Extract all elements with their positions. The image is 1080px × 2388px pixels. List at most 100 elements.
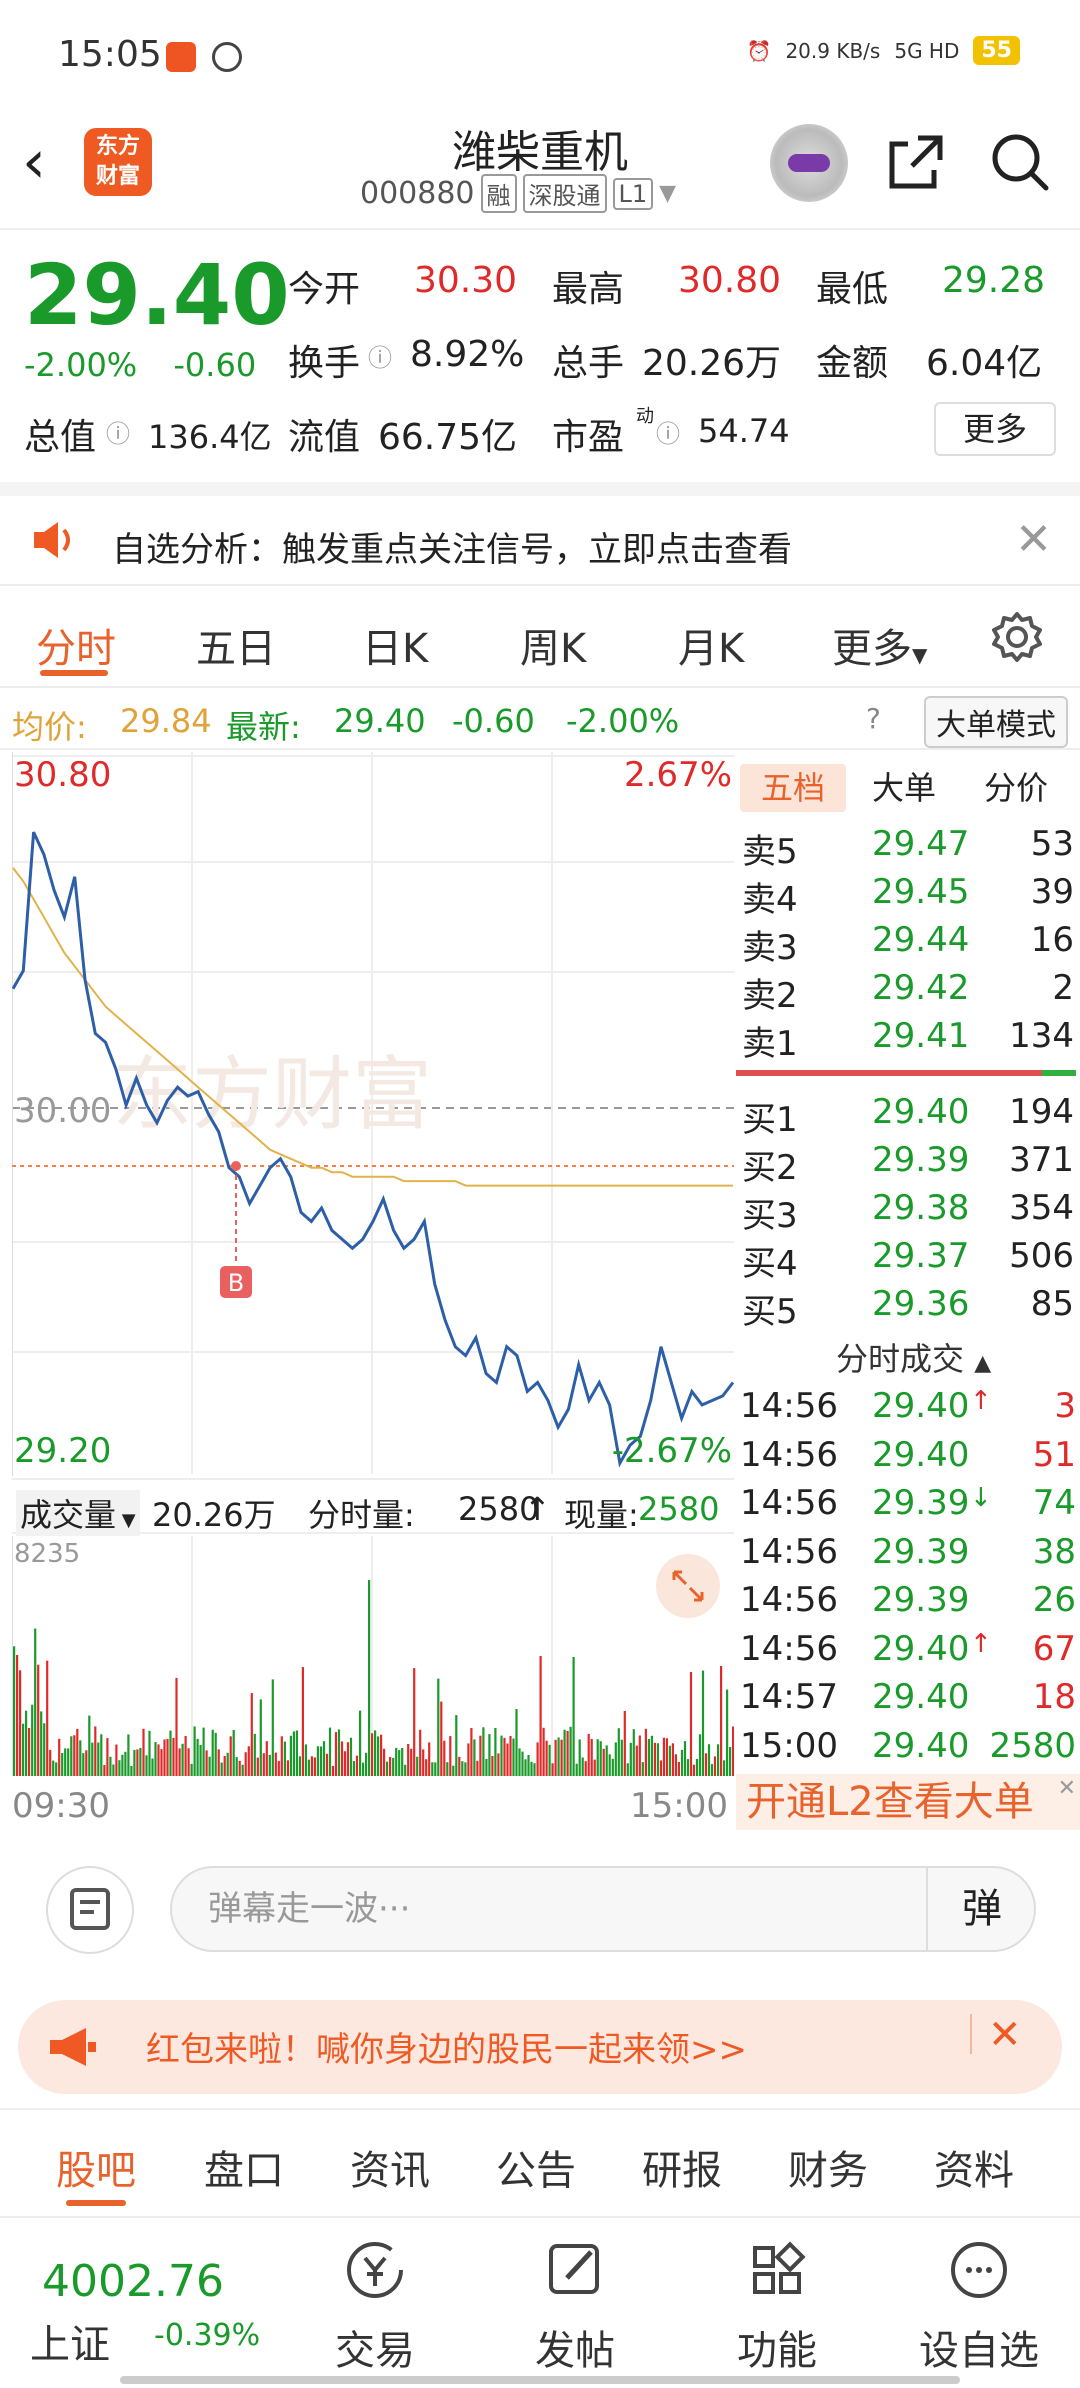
volume-bar: [732, 1726, 734, 1776]
index-value[interactable]: 4002.76: [42, 2256, 224, 2307]
volume-bar: [175, 1677, 178, 1776]
tick-time: 14:56: [740, 1628, 838, 1669]
ask-row[interactable]: 卖5 29.47 53: [736, 824, 1080, 872]
volume-bar: [674, 1754, 677, 1776]
volume-bar: [241, 1764, 244, 1776]
volume-bar: [202, 1727, 205, 1776]
volume-indicator-select[interactable]: 成交量 ▼: [16, 1490, 140, 1536]
volume-bar: [389, 1757, 392, 1776]
assistant-avatar-icon[interactable]: [770, 124, 848, 202]
info-icon[interactable]: ⓘ: [656, 414, 680, 449]
alarm-icon: ⏰: [746, 38, 772, 63]
danmu-input[interactable]: 弹幕走一波···: [170, 1866, 1036, 1952]
volume-bar: [578, 1739, 581, 1776]
quote-panel: 29.40 -2.00% -0.60 今开 30.30 最高 30.80 最低 …: [0, 232, 1080, 482]
tab-monthly-k[interactable]: 月K: [678, 616, 744, 674]
ask-row[interactable]: 卖1 29.41 134: [736, 1016, 1080, 1064]
volume-bar: [100, 1734, 103, 1776]
share-icon[interactable]: [884, 132, 946, 194]
red-packet-banner[interactable]: 红包来啦！喊你身边的股民一起来领>> ✕: [18, 2000, 1062, 2094]
chevron-down-icon[interactable]: ▼: [659, 181, 676, 206]
alert-banner[interactable]: 自选分析：触发重点关注信号，立即点击查看 ✕: [0, 482, 1080, 586]
ask-row[interactable]: 卖2 29.42 2: [736, 968, 1080, 1016]
tab-daily-k[interactable]: 日K: [362, 616, 428, 674]
more-button[interactable]: 更多: [934, 402, 1056, 456]
tab-5day[interactable]: 五日: [196, 616, 276, 674]
search-icon[interactable]: [988, 130, 1052, 194]
nav-trade[interactable]: 交易: [310, 2232, 440, 2382]
volume-bar: [151, 1758, 154, 1776]
tab-five-levels[interactable]: 五档: [740, 764, 846, 812]
volume-bar: [545, 1740, 548, 1776]
tab-announcements[interactable]: 公告: [496, 2138, 576, 2196]
open-value: 30.30: [414, 260, 518, 301]
bid-volume: 354: [1009, 1188, 1074, 1228]
volume-bar: [662, 1737, 665, 1776]
tab-intraday[interactable]: 分时: [36, 616, 116, 674]
close-icon[interactable]: ✕: [988, 2012, 1022, 2058]
volume-bar: [76, 1728, 79, 1776]
tab-news[interactable]: 资讯: [350, 2138, 430, 2196]
info-icon[interactable]: ⓘ: [368, 338, 392, 373]
bid-row[interactable]: 买1 29.40 194: [736, 1092, 1080, 1140]
volume-bar: [103, 1765, 106, 1776]
tab-pankou[interactable]: 盘口: [204, 2138, 284, 2196]
tab-research[interactable]: 研报: [642, 2138, 722, 2196]
volume-total: 20.26万: [152, 1496, 276, 1534]
volume-bar: [154, 1742, 157, 1776]
nav-add-watchlist[interactable]: 设自选: [914, 2232, 1044, 2382]
big-order-mode-button[interactable]: 大单模式: [924, 696, 1068, 748]
bid-row[interactable]: 买5 29.36 85: [736, 1284, 1080, 1332]
volume-bar: [512, 1738, 515, 1776]
tab-more[interactable]: 更多▼: [832, 616, 927, 674]
nav-functions[interactable]: 功能: [712, 2232, 842, 2382]
expand-icon[interactable]: [656, 1554, 720, 1618]
bid-row[interactable]: 买4 29.37 506: [736, 1236, 1080, 1284]
tab-weekly-k[interactable]: 周K: [520, 616, 586, 674]
info-icon[interactable]: ⓘ: [106, 414, 130, 449]
tab-big-orders[interactable]: 大单: [872, 764, 936, 812]
tag-margin: 融: [480, 174, 517, 213]
volume-bar: [307, 1759, 310, 1776]
volume-bar: [253, 1733, 256, 1776]
red-packet-text: 红包来啦！喊你身边的股民一起来领>>: [146, 2030, 747, 2070]
megaphone-icon: [50, 2028, 96, 2066]
volume-bar: [193, 1726, 196, 1776]
intraday-chart[interactable]: 东方财富 B 30.80 30.00 29.20 2.67% -2.67%: [12, 752, 734, 1476]
float-label: 流值: [288, 417, 361, 458]
status-bar: 15:05 ⏰ 20.9 KB/s 5G HD 55: [0, 0, 1080, 110]
mktcap-value: 136.4亿: [148, 418, 272, 456]
tab-finance[interactable]: 财务: [788, 2138, 868, 2196]
comment-list-icon[interactable]: [46, 1866, 134, 1954]
l2-promo[interactable]: 开通L2查看大单: [736, 1774, 1080, 1830]
ticks-header[interactable]: 分时成交 ▲: [836, 1334, 991, 1380]
volume-bar: [322, 1741, 326, 1776]
volume-bar: [713, 1756, 717, 1776]
bid-row[interactable]: 买3 29.38 354: [736, 1188, 1080, 1236]
volume-bar: [256, 1757, 259, 1776]
ask-row[interactable]: 卖3 29.44 16: [736, 920, 1080, 968]
tab-profile[interactable]: 资料: [934, 2138, 1014, 2196]
settings-gear-icon[interactable]: [990, 610, 1044, 664]
volume-bar: [729, 1747, 732, 1776]
volume-bar: [470, 1728, 473, 1776]
nav-post[interactable]: 发帖: [510, 2232, 640, 2382]
stock-title: 潍柴重机: [452, 127, 628, 178]
ask-row[interactable]: 卖4 29.45 39: [736, 872, 1080, 920]
tab-price-dist[interactable]: 分价: [984, 764, 1048, 812]
tab-guba[interactable]: 股吧: [56, 2138, 136, 2196]
close-icon[interactable]: ✕: [1058, 1776, 1076, 1801]
back-icon[interactable]: ‹: [22, 132, 46, 192]
index-name[interactable]: 上证: [30, 2312, 110, 2370]
volume-bar: [653, 1742, 656, 1776]
close-icon[interactable]: ✕: [1015, 514, 1052, 565]
volume-chart[interactable]: 8235: [12, 1536, 734, 1776]
bid-row[interactable]: 买2 29.39 371: [736, 1140, 1080, 1188]
volume-bar: [707, 1744, 711, 1776]
volume-bar: [590, 1738, 593, 1776]
help-icon[interactable]: ?: [866, 702, 881, 735]
tick-price: 29.39: [872, 1531, 970, 1572]
danmu-toggle-button[interactable]: 弹: [926, 1866, 1036, 1952]
volume-bar: [343, 1751, 347, 1776]
volume-bar: [515, 1709, 518, 1776]
